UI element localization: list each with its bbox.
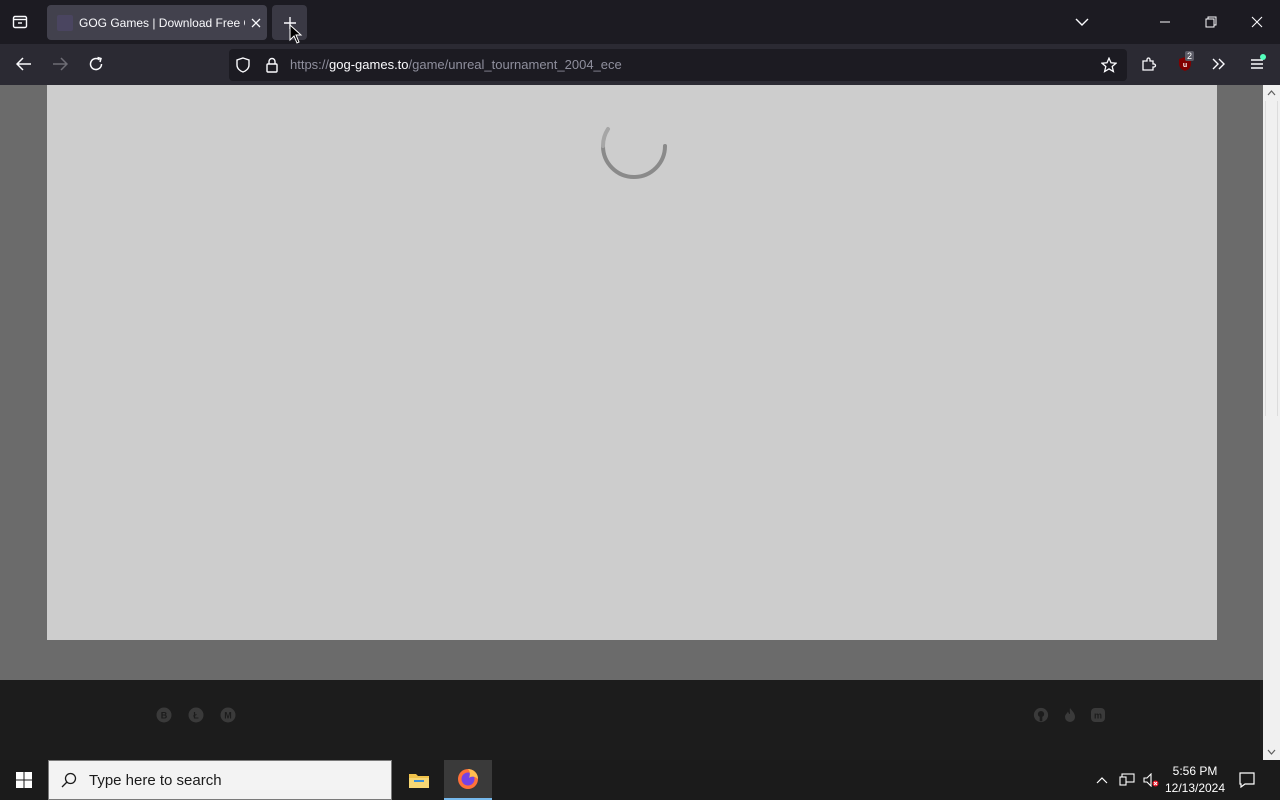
forward-arrow-icon[interactable] [46,50,74,78]
url-path: /game/unreal_tournament_2004_ece [408,57,622,72]
more-tools-chevron-icon[interactable] [1206,50,1232,78]
scrollbar-thumb[interactable] [1265,101,1278,416]
fire-icon[interactable] [1062,707,1078,723]
bookmark-star-icon[interactable] [1098,55,1120,75]
notifications-icon[interactable] [1236,770,1258,790]
bitcoin-icon[interactable]: B [156,707,172,723]
scroll-up-arrow-icon[interactable] [1263,85,1280,101]
scroll-down-arrow-icon[interactable] [1263,744,1280,760]
tab-title: GOG Games | Download Free GOG PC Games [79,15,245,30]
clock-time: 5:56 PM [1172,764,1218,778]
svg-text:B: B [161,711,168,721]
windows-start-icon[interactable] [0,760,48,800]
svg-text:Ł: Ł [193,711,199,721]
game-content-panel [47,85,1217,640]
navigation-toolbar: https://gog-games.to/game/unreal_tournam… [0,44,1280,85]
list-all-tabs-icon[interactable] [1068,8,1096,36]
search-icon [61,772,77,788]
tab-favicon-icon [57,14,73,31]
search-placeholder: Type here to search [89,771,222,789]
url-host: gog-games.to [329,57,409,72]
page-viewport: B Ł M m [0,85,1263,760]
address-bar[interactable]: https://gog-games.to/game/unreal_tournam… [229,49,1127,81]
svg-text:u: u [1183,62,1187,69]
ublock-badge: 2 [1185,51,1195,61]
app-menu-hamburger-icon[interactable] [1244,50,1270,78]
extensions-puzzle-icon[interactable] [1136,50,1162,78]
loading-spinner-icon [600,127,667,179]
ublock-origin-icon[interactable]: u 2 [1172,50,1198,78]
close-window-icon[interactable] [1242,8,1272,36]
file-explorer-icon[interactable] [395,760,443,800]
svg-text:M: M [224,711,232,721]
volume-muted-icon[interactable] [1142,772,1160,788]
tab-active[interactable]: GOG Games | Download Free GOG PC Games [47,5,267,40]
restore-window-icon[interactable] [1196,8,1226,36]
lock-icon[interactable] [262,56,282,74]
svg-text:m: m [1094,711,1102,721]
url-text[interactable]: https://gog-games.to/game/unreal_tournam… [290,57,622,72]
github-icon[interactable] [1033,707,1049,723]
mouse-cursor-icon [289,24,303,44]
tab-strip: GOG Games | Download Free GOG PC Games [0,0,1280,44]
mastodon-icon[interactable]: m [1090,707,1106,723]
windows-taskbar: Type here to search 5:56 PM 12/13/2024 [0,760,1280,800]
firefox-taskbar-icon[interactable] [444,760,492,800]
show-hidden-icons-chevron-icon[interactable] [1094,772,1110,788]
back-arrow-icon[interactable] [10,50,38,78]
tab-close-icon[interactable] [247,14,265,32]
firefox-view-icon[interactable] [6,8,34,36]
minimize-window-icon[interactable] [1150,8,1180,36]
litecoin-icon[interactable]: Ł [188,707,204,723]
reload-icon[interactable] [82,50,110,78]
monero-icon[interactable]: M [220,707,236,723]
taskbar-clock[interactable]: 5:56 PM 12/13/2024 [1160,763,1230,797]
network-icon[interactable] [1118,772,1136,788]
url-scheme: https:// [290,57,330,72]
vertical-scrollbar[interactable] [1263,85,1280,760]
tracking-protection-shield-icon[interactable] [233,56,253,74]
taskbar-search-box[interactable]: Type here to search [48,760,392,800]
clock-date: 12/13/2024 [1164,781,1226,795]
update-dot-icon [1260,54,1266,60]
site-footer: B Ł M m [0,680,1263,760]
